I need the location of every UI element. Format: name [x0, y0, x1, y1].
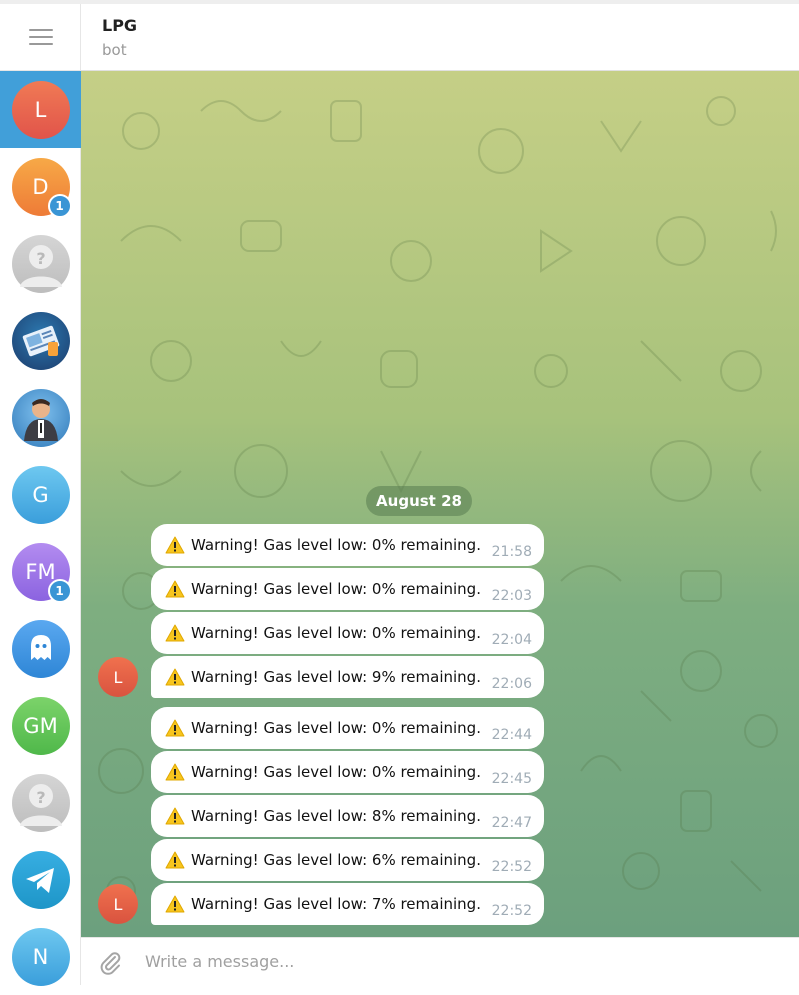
message-text: Warning! Gas level low: 0% remaining.: [191, 536, 481, 554]
message-time: 22:47: [491, 815, 532, 831]
message-bubble[interactable]: Warning! Gas level low: 0% remaining. 21:…: [151, 524, 544, 566]
paperclip-icon: [100, 951, 121, 975]
chat-item-n[interactable]: N: [0, 918, 81, 995]
message-area[interactable]: August 28 Warning! Gas level low: 0% rem…: [81, 71, 799, 937]
hamburger-menu-icon: [28, 29, 53, 45]
avatar: N: [11, 927, 70, 986]
avatar: GM: [11, 696, 70, 755]
warning-icon: [165, 895, 185, 913]
date-separator: August 28: [366, 486, 472, 516]
unknown-user-avatar-icon: ?: [11, 234, 70, 293]
main-menu-button[interactable]: [0, 4, 81, 71]
message-bubble[interactable]: Warning! Gas level low: 7% remaining. 22:…: [151, 883, 544, 925]
chat-item-ghost[interactable]: [0, 610, 81, 687]
message-time: 22:04: [491, 632, 532, 648]
telegram-plane-avatar-icon: [11, 850, 70, 909]
message-text: Warning! Gas level low: 9% remaining.: [191, 668, 481, 686]
message-time: 22:52: [491, 903, 532, 919]
svg-text:?: ?: [36, 788, 45, 807]
unknown-user-avatar-icon: ?: [11, 773, 70, 832]
message-input[interactable]: [145, 946, 785, 977]
unread-badge: 1: [47, 578, 72, 603]
sender-avatar-initial: L: [113, 894, 123, 914]
chat-list-sidebar: L D 1 ? G FM 1 GM ? N: [0, 4, 81, 986]
message-time: 21:58: [491, 544, 532, 560]
chat-item-lpg[interactable]: L: [0, 71, 81, 148]
message-bubble[interactable]: Warning! Gas level low: 8% remaining. 22:…: [151, 795, 544, 837]
message-time: 22:52: [491, 859, 532, 875]
message-time: 22:45: [491, 771, 532, 787]
avatar-initials: D: [32, 174, 49, 199]
chat-item-cartoon[interactable]: [0, 379, 81, 456]
warning-icon: [165, 580, 185, 598]
message-text: Warning! Gas level low: 0% remaining.: [191, 624, 481, 642]
avatar-initials: GM: [23, 713, 58, 738]
message-text: Warning! Gas level low: 7% remaining.: [191, 895, 481, 913]
chat-header[interactable]: LPG bot: [81, 4, 799, 71]
unread-badge: 1: [47, 193, 72, 218]
map-document-avatar-icon: [11, 311, 70, 370]
avatar: FM 1: [11, 542, 72, 603]
message-time: 22:44: [491, 727, 532, 743]
ghost-avatar-icon: [11, 619, 70, 678]
chat-item-gm[interactable]: GM: [0, 687, 81, 764]
message-time: 22:03: [491, 588, 532, 604]
chat-item-telegram[interactable]: [0, 841, 81, 918]
message-bubble[interactable]: Warning! Gas level low: 0% remaining. 22:…: [151, 707, 544, 749]
avatar: G: [11, 465, 70, 524]
message-bubble[interactable]: Warning! Gas level low: 0% remaining. 22:…: [151, 751, 544, 793]
warning-icon: [165, 719, 185, 737]
warning-icon: [165, 624, 185, 642]
message-bubble[interactable]: Warning! Gas level low: 0% remaining. 22:…: [151, 612, 544, 654]
chat-subtitle: bot: [102, 41, 127, 59]
warning-icon: [165, 763, 185, 781]
attach-button[interactable]: [95, 947, 125, 977]
message-text: Warning! Gas level low: 0% remaining.: [191, 580, 481, 598]
message-bubble[interactable]: Warning! Gas level low: 0% remaining. 22:…: [151, 568, 544, 610]
cartoon-person-avatar-icon: [11, 388, 70, 447]
avatar-initials: N: [32, 944, 49, 969]
message-bubble[interactable]: Warning! Gas level low: 6% remaining. 22:…: [151, 839, 544, 881]
warning-icon: [165, 536, 185, 554]
message-bubble[interactable]: Warning! Gas level low: 9% remaining. 22:…: [151, 656, 544, 698]
chat-item-g[interactable]: G: [0, 456, 81, 533]
svg-text:?: ?: [36, 249, 45, 268]
chat-item-unknown-2[interactable]: ?: [0, 764, 81, 841]
sender-avatar-initial: L: [113, 667, 123, 687]
avatar-initials: L: [34, 97, 47, 122]
avatar-initials: FM: [25, 559, 56, 584]
warning-icon: [165, 668, 185, 686]
avatar: L: [11, 80, 70, 139]
avatar-initials: G: [32, 482, 49, 507]
chat-title: LPG: [102, 16, 138, 35]
sender-avatar[interactable]: L: [98, 884, 138, 924]
sender-avatar[interactable]: L: [98, 657, 138, 697]
warning-icon: [165, 807, 185, 825]
message-composer: [81, 937, 799, 985]
chat-item-unknown-1[interactable]: ?: [0, 225, 81, 302]
avatar: D 1: [11, 157, 72, 218]
message-text: Warning! Gas level low: 0% remaining.: [191, 763, 481, 781]
chat-item-fm[interactable]: FM 1: [0, 533, 81, 610]
message-text: Warning! Gas level low: 8% remaining.: [191, 807, 481, 825]
message-text: Warning! Gas level low: 0% remaining.: [191, 719, 481, 737]
message-time: 22:06: [491, 676, 532, 692]
chat-item-map-doc[interactable]: [0, 302, 81, 379]
chat-item-d[interactable]: D 1: [0, 148, 81, 225]
message-text: Warning! Gas level low: 6% remaining.: [191, 851, 481, 869]
warning-icon: [165, 851, 185, 869]
